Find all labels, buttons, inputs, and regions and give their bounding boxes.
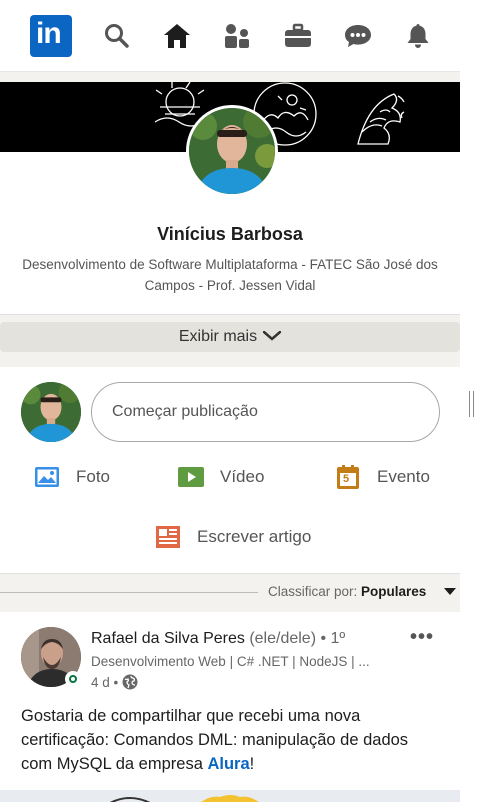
sort-dropdown[interactable]: Classificar por: Populares [268, 584, 426, 599]
event-day: 5 [343, 473, 350, 485]
calendar-icon: 5 [335, 465, 361, 489]
top-nav: in [0, 0, 460, 72]
photo-button[interactable]: Foto [34, 465, 110, 489]
more-options-button[interactable]: ••• [410, 626, 434, 649]
post-body-end: ! [249, 755, 255, 773]
globe-icon [122, 674, 138, 690]
sort-label: Classificar por: [268, 584, 358, 599]
chevron-down-icon [262, 328, 282, 346]
show-more-label: Exibir mais [178, 328, 258, 345]
start-post-placeholder: Começar publicação [112, 403, 258, 420]
profile-avatar[interactable] [186, 105, 278, 197]
article-icon [155, 525, 181, 549]
next-post-peek [0, 790, 460, 802]
composer-avatar[interactable] [21, 382, 81, 442]
start-post-input[interactable]: Começar publicação [91, 382, 440, 442]
sort-divider [0, 592, 258, 593]
author-line[interactable]: Rafael da Silva Peres (ele/dele) • 1º [91, 630, 345, 648]
profile-card: Vinícius Barbosa Desenvolvimento de Soft… [0, 82, 460, 315]
video-icon [178, 465, 204, 489]
post-text: Gostaria de compartilhar que recebi uma … [21, 704, 441, 776]
notifications-icon[interactable] [403, 21, 433, 51]
search-icon[interactable] [102, 21, 132, 51]
network-icon[interactable] [222, 21, 252, 51]
logo-text: in [36, 16, 62, 50]
event-label: Evento [377, 467, 430, 486]
sort-value: Populares [361, 584, 427, 599]
resize-handle[interactable] [469, 391, 474, 417]
write-article-button[interactable]: Escrever artigo [155, 525, 311, 549]
home-icon[interactable] [162, 21, 192, 51]
post-age: 4 d • [91, 674, 119, 690]
online-status-icon [65, 671, 81, 687]
linkedin-logo[interactable]: in [30, 14, 72, 57]
feed-sort: Classificar por: Populares [0, 582, 460, 604]
jobs-icon[interactable] [283, 21, 313, 51]
profile-name[interactable]: Vinícius Barbosa [0, 224, 460, 245]
event-button[interactable]: 5 Evento [335, 465, 430, 489]
feed-post: Rafael da Silva Peres (ele/dele) • 1º De… [0, 612, 460, 790]
video-label: Vídeo [220, 467, 265, 486]
photo-icon [34, 465, 60, 489]
article-label: Escrever artigo [197, 527, 312, 546]
photo-label: Foto [76, 467, 111, 486]
post-time: 4 d • [91, 674, 138, 690]
author-name[interactable]: Rafael da Silva Peres [91, 630, 245, 647]
author-pronouns: (ele/dele) [249, 630, 317, 647]
connection-degree: • 1º [320, 630, 346, 647]
composer-card: Começar publicação Foto Vídeo 5 Evento E… [0, 367, 460, 574]
show-more-button[interactable]: Exibir mais [0, 322, 460, 352]
company-link[interactable]: Alura [207, 755, 249, 773]
caret-down-icon[interactable] [444, 588, 456, 595]
profile-headline: Desenvolvimento de Software Multiplatafo… [22, 257, 438, 293]
author-headline: Desenvolvimento Web | C# .NET | NodeJS |… [91, 654, 370, 669]
messaging-icon[interactable] [343, 21, 373, 51]
video-button[interactable]: Vídeo [178, 465, 264, 489]
